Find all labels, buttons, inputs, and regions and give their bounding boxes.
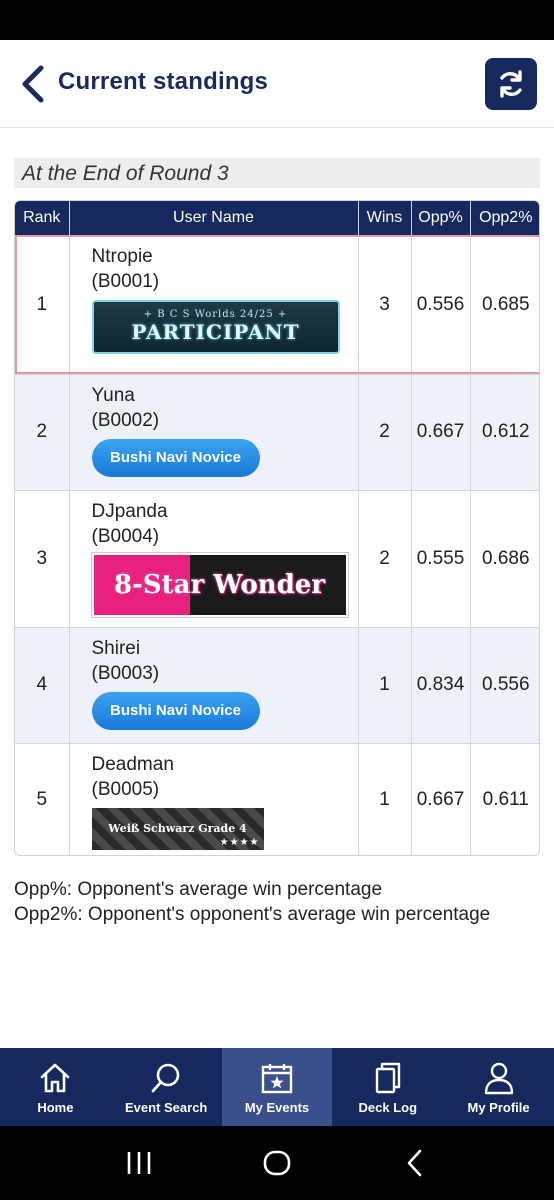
table-row[interactable]: 1 Ntropie (B0001) + B C S Worlds 24/25 +… [15,234,539,374]
opp2-cell: 0.685 [470,234,539,374]
recent-apps-icon [127,1152,151,1174]
user-cell: Deadman (B0005) Weiß Schwarz Grade 4 ★★★… [69,742,359,855]
calendar-star-icon [259,1060,295,1096]
nav-my-profile[interactable]: My Profile [443,1048,554,1126]
opp-cell: 0.834 [411,626,471,743]
legend-opp2: Opp2%: Opponent's opponent's average win… [14,904,491,925]
legend-opp: Opp%: Opponent's average win percentage [14,879,383,900]
rank-cell: 4 [15,626,70,743]
badge-title: PARTICIPANT [131,320,300,344]
user-code: (B0004) [91,525,160,547]
wonder-badge: 8-Star Wonder [90,551,349,618]
user-icon [481,1060,517,1096]
user-cell: Shirei (B0003) Bushi Navi Novice [69,626,359,743]
cards-icon [370,1060,406,1096]
refresh-button[interactable] [485,58,537,110]
table-row[interactable]: 2 Yuna (B0002) Bushi Navi Novice 2 0.667… [15,373,539,490]
grade-badge: Weiß Schwarz Grade 4 ★★★★ [91,807,264,850]
table-header-row: Rank User Name Wins Opp% Opp2% [15,201,539,235]
nav-label: My Events [244,1099,310,1115]
status-bar [0,0,554,40]
round-heading: At the End of Round 3 [14,158,540,188]
column-header-opp2: Opp2% [470,201,539,235]
badge-subtitle: + B C S Worlds 24/25 + [143,309,288,320]
opp2-cell: 0.612 [470,373,539,490]
badge-title: Weiß Schwarz Grade 4 [108,822,247,835]
page-title: Current standings [58,68,269,95]
opp-cell: 0.667 [411,742,471,855]
bottom-nav: Home Event Search My Events Deck Log My … [0,1048,554,1126]
user-code: (B0005) [91,778,160,800]
user-code: (B0001) [91,270,160,292]
opp-cell: 0.556 [411,234,471,374]
novice-badge: Bushi Navi Novice [91,691,260,730]
column-header-user-name: User Name [69,201,359,235]
column-header-wins: Wins [358,201,412,235]
home-circle-icon [263,1150,291,1176]
home-icon [37,1060,73,1096]
user-code: (B0002) [91,409,160,431]
rank-cell: 5 [15,742,70,855]
column-header-opp: Opp% [411,201,471,235]
wins-cell: 2 [358,489,412,627]
nav-label: Event Search [125,1099,208,1115]
user-cell: DJpanda (B0004) 8-Star Wonder [69,489,359,627]
system-nav-bar [0,1126,554,1200]
table-row[interactable]: 4 Shirei (B0003) Bushi Navi Novice 1 0.8… [15,626,539,743]
chevron-left-icon [22,65,44,103]
opp2-cell: 0.556 [470,626,539,743]
opp-cell: 0.667 [411,373,471,490]
user-name: DJpanda [91,500,168,522]
app-header: Current standings [0,40,554,128]
wins-cell: 1 [358,742,412,855]
rank-cell: 2 [15,373,70,490]
recent-apps-button[interactable] [119,1143,159,1183]
novice-badge: Bushi Navi Novice [91,438,260,477]
participant-badge: + B C S Worlds 24/25 + PARTICIPANT [91,299,340,354]
refresh-icon [500,70,522,98]
badge-title: 8-Star Wonder [113,569,325,600]
user-name: Shirei [91,637,141,659]
back-arrow-icon [407,1149,422,1177]
user-name: Deadman [91,753,174,775]
user-code: (B0003) [91,662,160,684]
table-row[interactable]: 5 Deadman (B0005) Weiß Schwarz Grade 4 ★… [15,742,539,855]
user-name: Yuna [91,384,135,406]
opp2-cell: 0.686 [470,489,539,627]
wins-cell: 3 [358,234,412,374]
legend: Opp%: Opponent's average win percentage … [14,877,490,927]
nav-label: Home [37,1099,74,1115]
back-system-button[interactable] [395,1143,435,1183]
nav-event-search[interactable]: Event Search [111,1048,222,1126]
nav-deck-log[interactable]: Deck Log [332,1048,443,1126]
badge-stars: ★★★★ [219,836,260,848]
opp-cell: 0.555 [411,489,471,627]
wins-cell: 1 [358,626,412,743]
home-system-button[interactable] [257,1143,297,1183]
user-cell: Yuna (B0002) Bushi Navi Novice [69,373,359,490]
opp2-cell: 0.611 [470,742,539,855]
search-icon [148,1060,184,1096]
user-cell: Ntropie (B0001) + B C S Worlds 24/25 + P… [69,234,359,374]
wins-cell: 2 [358,373,412,490]
user-name: Ntropie [91,245,153,267]
nav-label: My Profile [467,1099,530,1115]
rank-cell: 3 [15,489,70,627]
column-header-rank: Rank [15,201,70,235]
nav-home[interactable]: Home [0,1048,111,1126]
rank-cell: 1 [15,234,70,374]
standings-table: Rank User Name Wins Opp% Opp2% 1 Ntropie… [14,200,540,856]
table-row[interactable]: 3 DJpanda (B0004) 8-Star Wonder 2 0.555 … [15,489,539,627]
nav-label: Deck Log [358,1099,418,1115]
nav-my-events[interactable]: My Events [221,1048,333,1126]
back-button[interactable] [16,64,48,104]
